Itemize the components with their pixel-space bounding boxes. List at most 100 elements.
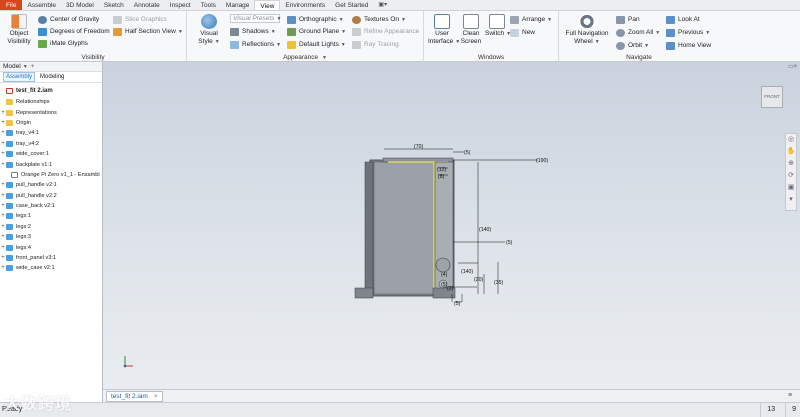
graphics-viewport[interactable]: (70) (5) (190) (12) (8) (140) (5) (140) …	[103, 62, 800, 389]
navigate-group: Full Navigation Wheel ▼ Pan Zoom All ▼ Orb…	[559, 11, 719, 62]
dim-8: (8)	[438, 174, 445, 180]
slice-graphics-button[interactable]: Slice Graphics	[113, 14, 167, 25]
tab-file[interactable]: File	[0, 0, 23, 10]
tab-assembly[interactable]: Assembly	[3, 72, 36, 82]
object-visibility-button[interactable]: Object Visibility	[4, 14, 34, 45]
tree-item[interactable]: + wide_cover:1	[0, 149, 102, 159]
tree-item[interactable]: + legs:4	[0, 242, 102, 252]
browser-tabs: Assembly Modeling	[0, 72, 102, 83]
ribbon-panel: Object Visibility Center of Gravity Degr…	[0, 11, 800, 62]
viewcube[interactable]: FRONT	[761, 86, 783, 108]
zoom-icon[interactable]: ⊕	[786, 158, 796, 170]
folder-icon	[6, 99, 13, 106]
assembly-icon	[6, 88, 13, 94]
folder-icon	[6, 109, 13, 116]
ribbon-options-icon[interactable]: ▣▾	[373, 0, 392, 10]
tree-item[interactable]: + Representations	[0, 107, 102, 117]
dim-5-bottom: (5)	[454, 301, 461, 307]
ground-plane-button[interactable]: Ground Plane ▼	[287, 26, 346, 37]
full-navigation-wheel-button[interactable]: Full Navigation Wheel ▼	[563, 14, 611, 46]
tab-get-started[interactable]: Get Started	[330, 0, 373, 10]
tab-tools[interactable]: Tools	[196, 0, 221, 10]
tree-root-assembly[interactable]: test_fit 2.iam	[0, 85, 102, 97]
clean-screen-button[interactable]: Clean Screen	[458, 14, 484, 45]
zoom-all-button[interactable]: Zoom All ▼	[616, 27, 660, 38]
center-of-gravity-button[interactable]: Center of Gravity	[38, 14, 99, 25]
tree-item[interactable]: Relationships	[0, 97, 102, 107]
tree-item[interactable]: Orange Pi Zero v1_1 - Ensambl	[0, 170, 102, 180]
orthographic-button[interactable]: Orthographic ▼	[287, 14, 344, 25]
chevron-down-icon: ▼	[644, 42, 650, 49]
default-lights-button[interactable]: Default Lights ▼	[287, 39, 346, 50]
look-at-icon[interactable]: ▣	[786, 182, 796, 194]
model-browser: Model ▼ + Assembly Modeling test_fit 2.i…	[0, 62, 103, 403]
dim-70: (70)	[414, 144, 423, 150]
navbar-options-icon[interactable]: ▾	[786, 194, 796, 206]
part-icon	[6, 151, 13, 158]
visual-presets-dropdown[interactable]: Visual Presets ▼	[230, 13, 281, 24]
tab-environments[interactable]: Environments	[280, 0, 330, 10]
tree-item[interactable]: + tray_v4:1	[0, 128, 102, 138]
imate-glyphs-button[interactable]: iMate Glyphs	[38, 38, 88, 49]
menu-icon[interactable]: ≡	[788, 392, 792, 399]
tree-item[interactable]: + pull_handle v2:2	[0, 191, 102, 201]
navigation-wheel-icon[interactable]: ◎	[786, 134, 796, 146]
refine-appearance-button[interactable]: Refine Appearance	[352, 26, 419, 37]
add-browser-icon[interactable]: +	[31, 63, 35, 70]
chevron-down-icon: ▼	[338, 16, 344, 23]
chevron-down-icon[interactable]: ▼	[23, 64, 28, 70]
part-icon	[6, 130, 13, 137]
tree-item[interactable]: + front_panel v3:1	[0, 253, 102, 263]
home-icon	[666, 41, 675, 50]
tree-item[interactable]: + tray_v4:2	[0, 139, 102, 149]
look-at-button[interactable]: Look At	[666, 14, 700, 25]
switch-button[interactable]: Switch ▼	[485, 14, 511, 39]
close-icon[interactable]: ×	[154, 393, 158, 400]
dim-35: (35)	[494, 280, 503, 286]
pan-button[interactable]: Pan	[616, 14, 640, 25]
viewport-window-controls[interactable]: ▭×	[788, 63, 797, 70]
ray-tracing-button[interactable]: Ray Tracing	[352, 39, 399, 50]
tab-sketch[interactable]: Sketch	[99, 0, 129, 10]
tree-item[interactable]: + case_back v2:1	[0, 201, 102, 211]
visibility-group: Object Visibility Center of Gravity Degr…	[0, 11, 187, 62]
previous-view-icon	[666, 28, 675, 37]
dim-5-top: (5)	[464, 150, 471, 156]
new-window-button[interactable]: New	[510, 27, 535, 38]
tab-view[interactable]: View	[254, 0, 281, 10]
watermark-text: 大数跨境	[4, 396, 73, 413]
orbit-button[interactable]: Orbit ▼	[616, 40, 649, 51]
half-section-view-button[interactable]: Half Section View ▼	[113, 26, 183, 37]
visual-style-button[interactable]: Visual Style ▼	[191, 14, 227, 46]
tab-modeling[interactable]: Modeling	[38, 73, 66, 81]
dim-140-lower: (140)	[461, 269, 473, 275]
tree-item[interactable]: + legs:2	[0, 222, 102, 232]
reflections-button[interactable]: Reflections ▼	[230, 39, 281, 50]
tree-item[interactable]: + pull_handle v2:1	[0, 180, 102, 190]
user-interface-button[interactable]: User Interface ▼	[428, 14, 460, 46]
arrange-button[interactable]: Arrange ▼	[510, 14, 552, 25]
previous-view-button[interactable]: Previous ▼	[666, 27, 710, 38]
shadows-button[interactable]: Shadows ▼	[230, 26, 276, 37]
tree-item[interactable]: + wide_case v2:1	[0, 263, 102, 273]
tree-item[interactable]: + backplate v1:1	[0, 159, 102, 169]
tab-annotate[interactable]: Annotate	[129, 0, 165, 10]
document-tab[interactable]: test_fit 2.iam ×	[106, 391, 163, 402]
orbit-icon[interactable]: ⟳	[786, 170, 796, 182]
tree-item-label: tray_v4:1	[16, 130, 40, 137]
tree-item-label: Relationships	[16, 99, 50, 106]
tab-3d-model[interactable]: 3D Model	[61, 0, 99, 10]
home-view-button[interactable]: Home View	[666, 40, 711, 51]
tree-item[interactable]: + legs:1	[0, 211, 102, 221]
tab-manage[interactable]: Manage	[221, 0, 255, 10]
pan-hand-icon[interactable]: ✋	[786, 146, 796, 158]
tree-item[interactable]: + Origin	[0, 118, 102, 128]
tab-assemble[interactable]: Assemble	[22, 0, 61, 10]
tab-inspect[interactable]: Inspect	[165, 0, 196, 10]
model-tree: test_fit 2.iam Relationships + Representat…	[0, 83, 102, 274]
tree-item[interactable]: + legs:3	[0, 232, 102, 242]
lights-icon	[287, 40, 296, 49]
tree-item-label: legs:1	[16, 213, 31, 220]
degrees-of-freedom-button[interactable]: Degrees of Freedom	[38, 26, 110, 37]
textures-on-button[interactable]: Textures On ▼	[352, 14, 406, 25]
